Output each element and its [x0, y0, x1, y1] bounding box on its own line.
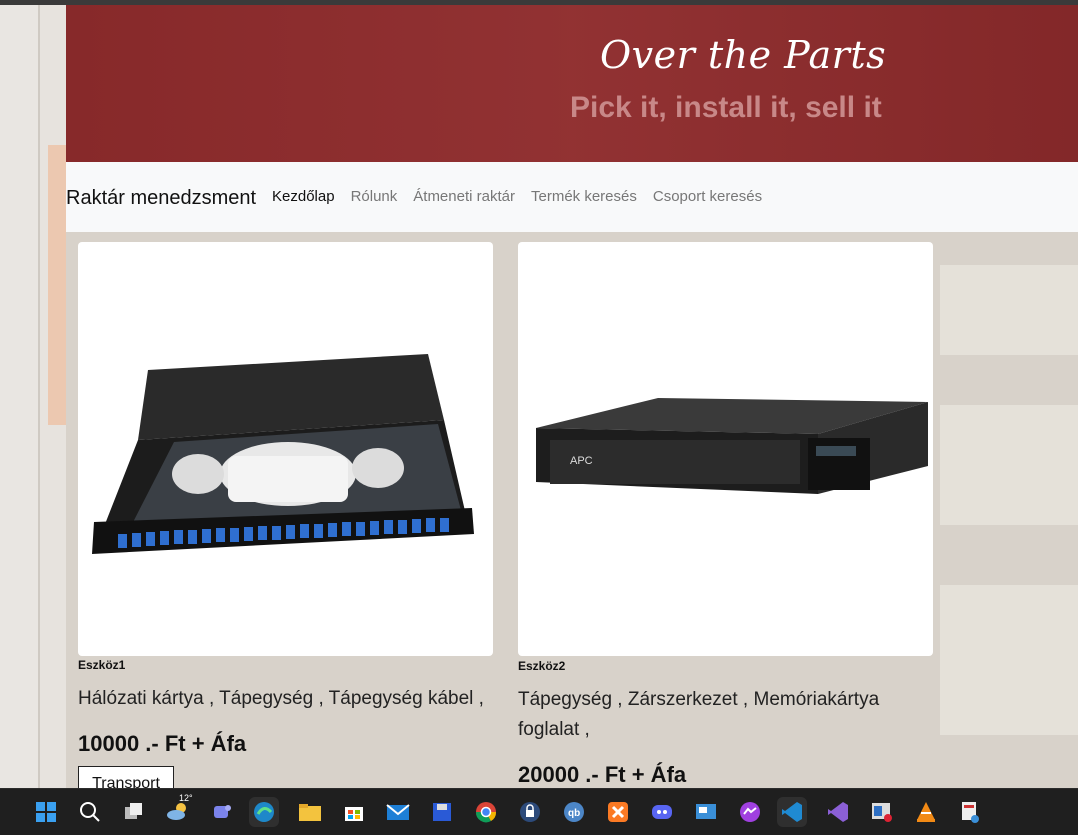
svg-text:qb: qb — [568, 808, 580, 819]
navbar-brand[interactable]: Raktár menedzsment — [66, 187, 256, 210]
app-icon[interactable] — [867, 797, 897, 827]
weather-icon[interactable]: 12° — [163, 793, 193, 827]
vscode-icon[interactable] — [777, 797, 807, 827]
product-price: 10000 .- Ft + Áfa — [78, 731, 247, 756]
product-categories: Hálózati kártya , Tápegység , Tápegység … — [78, 688, 484, 709]
discord-icon[interactable] — [647, 797, 677, 827]
hero-title: Over the Parts — [600, 33, 887, 77]
fiber-patch-panel-image — [92, 354, 474, 554]
save-icon[interactable] — [427, 797, 457, 827]
nav-link-group-search[interactable]: Csoport keresés — [653, 188, 762, 205]
nav-link-home[interactable]: Kezdőlap — [272, 188, 335, 205]
nav-links: Kezdőlap Rólunk Átmeneti raktár Termék k… — [272, 188, 762, 205]
background-rack — [940, 265, 1078, 355]
product-categories-line1: Tápegység , Zárszerkezet , Memóriakártya — [518, 689, 880, 710]
vpn-icon[interactable] — [515, 797, 545, 827]
apc-ups-image: APC — [536, 398, 928, 494]
file-explorer-icon[interactable] — [295, 797, 325, 827]
background-rack — [940, 405, 1078, 525]
product-card-image[interactable] — [78, 242, 493, 656]
product-card-image[interactable]: APC — [518, 242, 933, 656]
visual-studio-icon[interactable] — [823, 797, 853, 827]
hero-subtitle: Pick it, install it, sell it — [570, 91, 882, 124]
edge-icon[interactable] — [249, 797, 279, 827]
taskbar: 12° qb — [0, 788, 1078, 835]
snipping-tool-icon[interactable] — [955, 797, 985, 827]
product-name: Eszköz1 — [78, 658, 126, 672]
windows-start-icon[interactable] — [31, 797, 61, 827]
search-icon[interactable] — [75, 797, 105, 827]
nav-link-temp-storage[interactable]: Átmeneti raktár — [413, 188, 515, 205]
product-price: 20000 .- Ft + Áfa — [518, 762, 687, 787]
teams-chat-icon[interactable] — [207, 797, 237, 827]
xampp-icon[interactable] — [603, 797, 633, 827]
vlc-icon[interactable] — [911, 797, 941, 827]
task-view-icon[interactable] — [119, 797, 149, 827]
control-panel-icon[interactable] — [691, 797, 721, 827]
nav-link-product-search[interactable]: Termék keresés — [531, 188, 637, 205]
hero-banner: Over the Parts Pick it, install it, sell… — [66, 5, 1078, 162]
messenger-icon[interactable] — [735, 797, 765, 827]
store-icon[interactable] — [339, 797, 369, 827]
product-categories-line2: foglalat , — [518, 719, 590, 740]
mail-icon[interactable] — [383, 797, 413, 827]
weather-temperature: 12° — [179, 793, 193, 803]
product-name: Eszköz2 — [518, 659, 566, 673]
background-shelf-orange — [48, 145, 66, 425]
apc-logo: APC — [570, 455, 593, 467]
nav-link-about[interactable]: Rólunk — [351, 188, 398, 205]
qbittorrent-icon[interactable]: qb — [559, 797, 589, 827]
background-rack — [940, 585, 1078, 735]
navbar: Raktár menedzsment Kezdőlap Rólunk Átmen… — [66, 162, 1078, 232]
chrome-icon[interactable] — [471, 797, 501, 827]
